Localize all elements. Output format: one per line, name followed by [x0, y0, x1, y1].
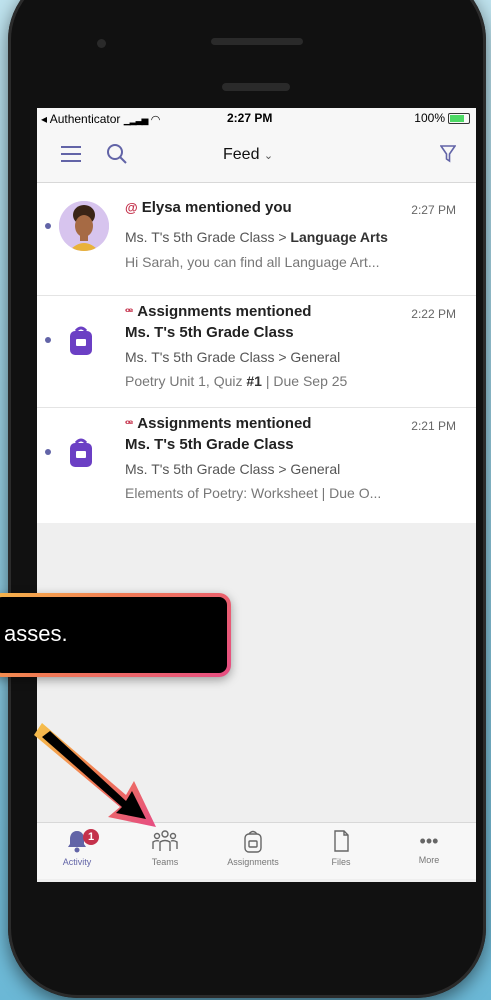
feed-dropdown[interactable]: Feed ⌄ [223, 146, 273, 164]
tab-more[interactable]: ••• More [389, 829, 469, 865]
feed-item-time: 2:22 PM [411, 307, 456, 321]
feed-item-title: @ Elysa mentioned you [125, 199, 292, 216]
chevron-down-icon: ⌄ [263, 150, 274, 162]
assignments-bag-icon [66, 325, 96, 357]
tab-assignments[interactable]: Assignments [213, 829, 293, 867]
activity-feed: @ Elysa mentioned you 2:27 PM Ms. T's 5t… [37, 183, 476, 523]
tab-label: More [418, 855, 440, 865]
feed-item-preview: Poetry Unit 1, Quiz #1 | Due Sep 25 [125, 373, 347, 389]
title-text: Elysa mentioned you [141, 199, 292, 216]
tab-label: Files [331, 857, 351, 867]
more-dots-icon: ••• [419, 831, 439, 851]
feed-item-mention[interactable]: @ Elysa mentioned you 2:27 PM Ms. T's 5t… [37, 183, 476, 296]
people-icon: ꟹ [125, 304, 134, 319]
feed-item-title: ꟹ Assignments mentioned [125, 303, 311, 320]
feed-item-assignment[interactable]: ꟹ Assignments mentioned 2:22 PM Ms. T's … [37, 295, 476, 408]
feed-item-team: Ms. T's 5th Grade Class [125, 324, 294, 341]
back-to-app-link[interactable]: ◂ Authenticator ▁▂▃▅ ◠ [41, 112, 160, 126]
preview-due: | Due Sep 25 [261, 373, 348, 389]
feed-item-channel: Ms. T's 5th Grade Class > General [125, 349, 341, 365]
feed-item-channel: Ms. T's 5th Grade Class > Language Arts [125, 229, 388, 245]
channel-name: Language Arts [290, 229, 388, 245]
top-nav-bar: Feed ⌄ [37, 130, 476, 183]
preview-bold: #1 [246, 373, 262, 389]
feed-item-title: ꟹ Assignments mentioned [125, 415, 311, 432]
battery-icon [448, 112, 470, 124]
feed-item-team: Ms. T's 5th Grade Class [125, 436, 294, 453]
signal-icon: ▁▂▃▅ [123, 115, 149, 125]
title-text: Assignments mentioned [137, 303, 312, 320]
feed-item-channel: Ms. T's 5th Grade Class > General [125, 461, 341, 477]
back-app-label: ◂ Authenticator [41, 112, 121, 126]
feed-item-time: 2:27 PM [411, 203, 456, 217]
earpiece [222, 83, 290, 91]
assignments-bag-icon [66, 437, 96, 469]
feed-item-assignment[interactable]: ꟹ Assignments mentioned 2:21 PM Ms. T's … [37, 407, 476, 523]
unread-dot [45, 337, 51, 343]
callout-text: asses. [4, 621, 68, 646]
pointer-arrow-icon [34, 723, 156, 827]
title-text: Assignments mentioned [137, 415, 312, 432]
battery-status: 100% [414, 111, 470, 125]
tab-label: Activity [62, 857, 92, 867]
hamburger-icon[interactable] [61, 146, 81, 162]
status-time: 2:27 PM [227, 111, 273, 125]
tab-label: Teams [151, 857, 179, 867]
backpack-icon [244, 830, 262, 853]
at-mention-icon: @ [125, 200, 138, 215]
page-title: Feed [223, 146, 260, 163]
filter-icon[interactable] [439, 144, 457, 169]
feed-item-time: 2:21 PM [411, 419, 456, 433]
speaker-grille [211, 38, 303, 45]
front-camera [97, 39, 106, 48]
channel-path: Ms. T's 5th Grade Class > [125, 229, 291, 245]
tab-files[interactable]: Files [301, 829, 381, 867]
unread-dot [45, 449, 51, 455]
file-icon [334, 830, 349, 852]
feed-item-preview: Elements of Poetry: Worksheet | Due O... [125, 485, 382, 501]
unread-dot [45, 223, 51, 229]
feed-item-preview: Hi Sarah, you can find all Language Art.… [125, 254, 380, 270]
people-icon: ꟹ [125, 416, 134, 431]
tab-label: Assignments [227, 857, 279, 867]
avatar [59, 201, 109, 251]
search-icon[interactable] [105, 142, 129, 171]
battery-percent: 100% [414, 111, 445, 125]
wifi-icon: ◠ [150, 114, 161, 126]
status-bar: ◂ Authenticator ▁▂▃▅ ◠ 2:27 PM 100% [37, 108, 476, 130]
tutorial-callout: asses. [0, 593, 231, 677]
preview-text: Poetry Unit 1, Quiz [125, 373, 247, 389]
